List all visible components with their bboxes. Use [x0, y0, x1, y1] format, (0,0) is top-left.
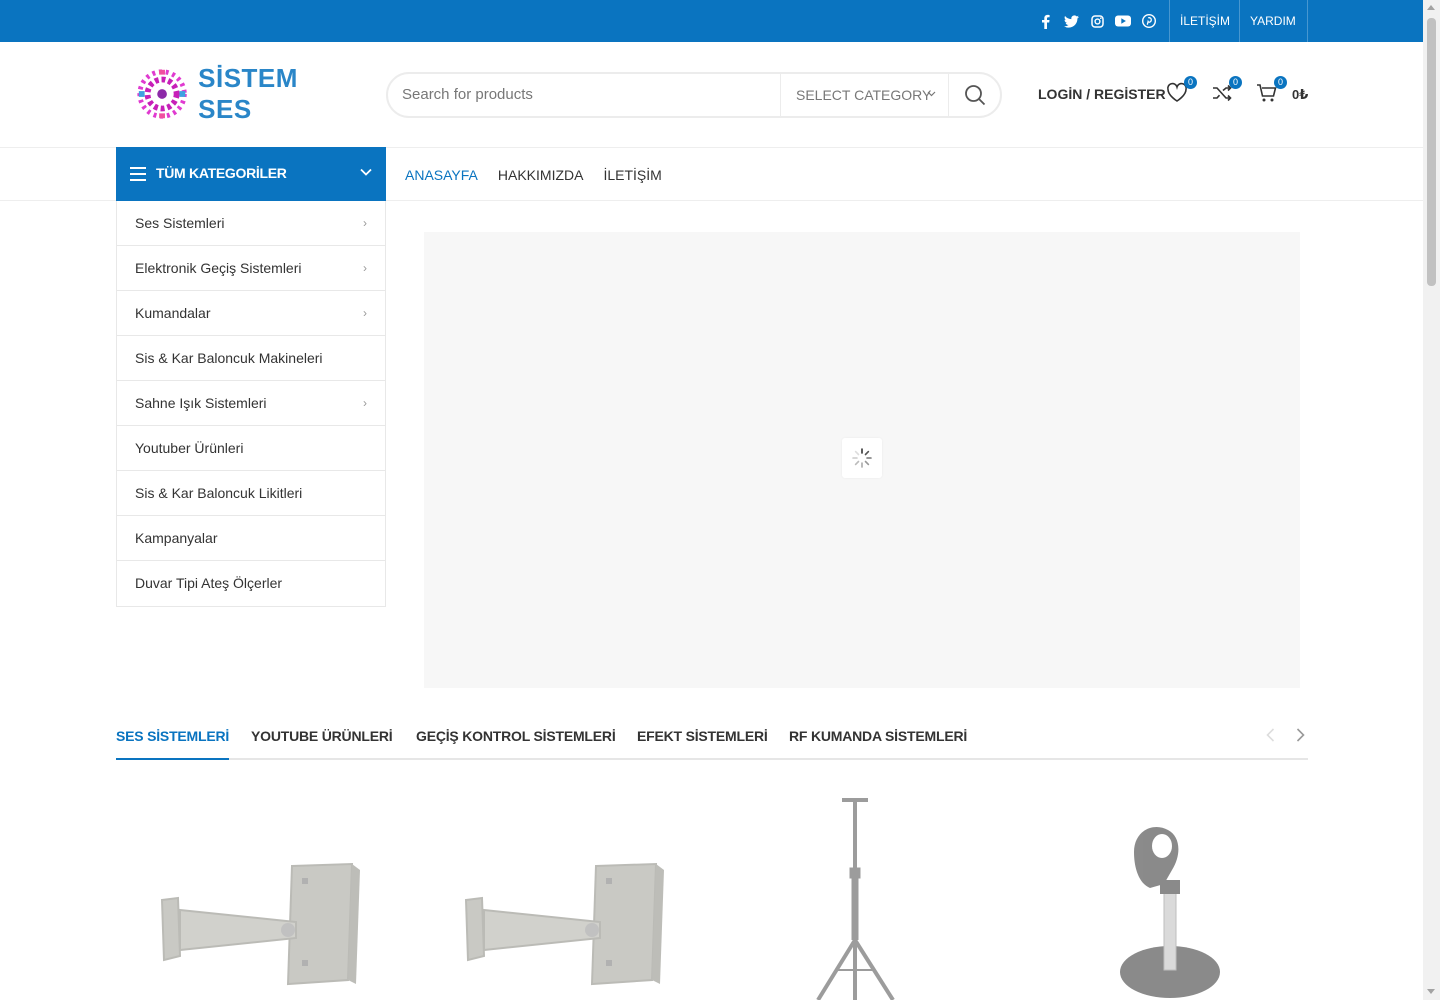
tab-efekt-sistemleri[interactable]: EFEKT SİSTEMLERİ	[637, 728, 768, 744]
search-input[interactable]: Search for products	[402, 86, 533, 103]
product-card[interactable]	[718, 780, 1008, 1002]
category-item-label: Kampanyalar	[135, 530, 218, 546]
hamburger-icon	[130, 167, 146, 185]
tab-youtube-urunleri[interactable]: YOUTUBE ÜRÜNLERİ	[251, 728, 393, 744]
chevron-right-icon: ›	[363, 261, 367, 275]
category-item-youtuber[interactable]: Youtuber Ürünleri	[117, 426, 385, 471]
nav-link-about[interactable]: HAKKIMIZDA	[498, 167, 584, 183]
primary-menu: ANASAYFA HAKKIMIZDA İLETİŞİM	[405, 148, 662, 201]
category-item-label: Sahne Işık Sistemleri	[135, 395, 267, 411]
top-link-help[interactable]: YARDIM	[1250, 0, 1296, 42]
category-item-ates-olcerler[interactable]: Duvar Tipi Ateş Ölçerler	[117, 561, 385, 606]
search-button[interactable]	[948, 74, 1000, 116]
youtube-icon[interactable]	[1114, 12, 1132, 30]
divider	[1169, 0, 1170, 42]
divider	[1307, 0, 1308, 42]
site-header: SİSTEM SES Search for products SELECT CA…	[0, 42, 1423, 148]
wishlist-count-badge: 0	[1184, 76, 1197, 89]
top-link-contact[interactable]: İLETİŞİM	[1180, 0, 1230, 42]
instagram-icon[interactable]	[1088, 12, 1106, 30]
divider	[1239, 0, 1240, 42]
category-menu: Ses Sistemleri › Elektronik Geçiş Sistem…	[116, 201, 386, 607]
product-card[interactable]	[120, 780, 410, 1000]
main-nav-bar: TÜM KATEGORİLER ANASAYFA HAKKIMIZDA İLET…	[0, 147, 1423, 201]
hero-slider[interactable]	[424, 232, 1300, 688]
category-item-sahne-isik[interactable]: Sahne Işık Sistemleri ›	[117, 381, 385, 426]
category-item-likitler[interactable]: Sis & Kar Baloncuk Likitleri	[117, 471, 385, 516]
category-item-kampanyalar[interactable]: Kampanyalar	[117, 516, 385, 561]
scroll-down-arrow[interactable]	[1427, 989, 1435, 994]
nav-link-home[interactable]: ANASAYFA	[405, 167, 478, 183]
chevron-right-icon: ›	[363, 216, 367, 230]
chevron-right-icon	[1296, 728, 1305, 742]
cart-count-badge: 0	[1274, 76, 1287, 89]
category-item-label: Elektronik Geçiş Sistemleri	[135, 260, 302, 276]
scroll-up-arrow[interactable]	[1427, 5, 1435, 10]
chevron-down-icon	[360, 165, 372, 179]
category-item-label: Ses Sistemleri	[135, 215, 225, 231]
wishlist-button[interactable]: 0	[1166, 76, 1197, 106]
category-select[interactable]: SELECT CATEGORY	[780, 74, 950, 116]
logo-mark-icon	[137, 69, 187, 119]
logo-text: SİSTEM SES	[198, 63, 298, 124]
cart-total[interactable]: 0₺	[1292, 87, 1308, 103]
pinterest-icon[interactable]	[1140, 12, 1158, 30]
category-item-sis-kar-makineleri[interactable]: Sis & Kar Baloncuk Makineleri	[117, 336, 385, 381]
carousel-next-button[interactable]	[1296, 728, 1305, 747]
all-categories-button[interactable]: TÜM KATEGORİLER	[116, 147, 386, 201]
chevron-left-icon	[1266, 728, 1275, 742]
top-bar: İLETİŞİM YARDIM	[0, 0, 1423, 42]
scrollbar[interactable]	[1423, 0, 1440, 1000]
product-card[interactable]	[1014, 780, 1304, 1000]
chevron-right-icon: ›	[363, 306, 367, 320]
twitter-icon[interactable]	[1062, 12, 1080, 30]
logo[interactable]: SİSTEM SES	[134, 63, 354, 124]
category-item-kumandalar[interactable]: Kumandalar ›	[117, 291, 385, 336]
category-select-label: SELECT CATEGORY	[796, 87, 932, 103]
category-item-label: Youtuber Ürünleri	[135, 440, 244, 456]
all-categories-label: TÜM KATEGORİLER	[156, 165, 287, 181]
compare-button[interactable]: 0	[1211, 76, 1242, 106]
social-links	[1036, 0, 1158, 42]
product-card[interactable]	[424, 780, 714, 1000]
chevron-down-icon	[927, 74, 936, 116]
category-item-ses-sistemleri[interactable]: Ses Sistemleri ›	[117, 201, 385, 246]
category-item-label: Kumandalar	[135, 305, 211, 321]
wall-bracket-image	[464, 862, 664, 986]
loading-spinner-icon	[842, 438, 882, 478]
speaker-stand-image	[816, 798, 895, 1002]
tab-rf-kumanda[interactable]: RF KUMANDA SİSTEMLERİ	[789, 728, 967, 744]
search-icon	[964, 85, 985, 106]
product-tabs: SES SİSTEMLERİ YOUTUBE ÜRÜNLERİ GEÇİŞ KO…	[116, 716, 1308, 760]
chevron-right-icon: ›	[363, 396, 367, 410]
scrollbar-thumb[interactable]	[1427, 18, 1436, 286]
category-item-label: Sis & Kar Baloncuk Makineleri	[135, 350, 323, 366]
tab-ses-sistemleri[interactable]: SES SİSTEMLERİ	[116, 728, 229, 760]
cart-button[interactable]: 0	[1256, 76, 1287, 106]
compare-count-badge: 0	[1229, 76, 1242, 89]
login-register-link[interactable]: LOGİN / REGİSTER	[1038, 86, 1166, 102]
nav-link-contact[interactable]: İLETİŞİM	[603, 167, 661, 183]
wall-bracket-image	[160, 862, 360, 986]
facebook-icon[interactable]	[1036, 12, 1054, 30]
microphone-stand-image	[1120, 826, 1220, 998]
tab-gecis-kontrol[interactable]: GEÇİŞ KONTROL SİSTEMLERİ	[416, 728, 616, 744]
search-form: Search for products SELECT CATEGORY	[386, 72, 1002, 118]
category-item-gecis-sistemleri[interactable]: Elektronik Geçiş Sistemleri ›	[117, 246, 385, 291]
carousel-prev-button[interactable]	[1266, 728, 1275, 747]
category-item-label: Duvar Tipi Ateş Ölçerler	[135, 575, 283, 591]
category-item-label: Sis & Kar Baloncuk Likitleri	[135, 485, 303, 501]
